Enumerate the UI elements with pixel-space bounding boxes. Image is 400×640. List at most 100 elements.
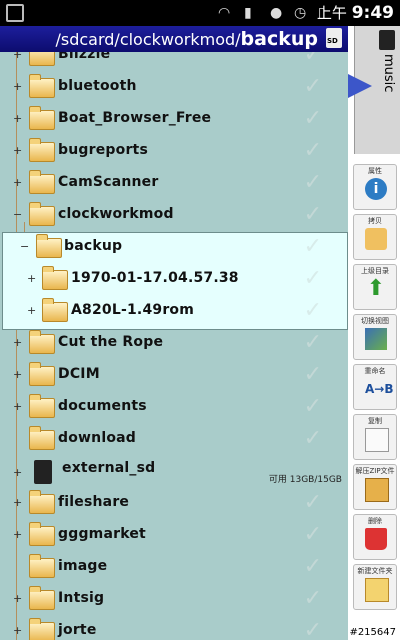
- collapse-icon[interactable]: −: [13, 209, 22, 220]
- arrow-right-icon[interactable]: [348, 74, 372, 98]
- list-item[interactable]: + jorte ✓: [0, 616, 348, 640]
- checkbox-icon[interactable]: ✓: [304, 330, 322, 355]
- checkbox-icon[interactable]: ✓: [304, 106, 322, 131]
- copy-button[interactable]: 拷贝: [353, 214, 397, 260]
- parent-folder-button[interactable]: 上级目录 ⬆: [353, 264, 397, 310]
- folder-name: download: [58, 430, 137, 446]
- clock-prefix: 上午: [316, 4, 347, 22]
- tool-label: 属性: [368, 167, 382, 175]
- tool-label: 切换视图: [361, 317, 389, 325]
- sdcard-icon: [379, 30, 395, 50]
- rename-button[interactable]: 重命名 A→B: [353, 364, 397, 410]
- list-item[interactable]: + gggmarket ✓: [0, 520, 348, 552]
- checkbox-icon[interactable]: ✓: [304, 52, 322, 67]
- checkbox-icon[interactable]: ✓: [304, 202, 322, 227]
- folder-name: Boat_Browser_Free: [58, 110, 212, 126]
- signal-icon: ▮: [244, 5, 252, 21]
- expand-icon[interactable]: +: [13, 113, 22, 124]
- list-item[interactable]: + Boat_Browser_Free ✓: [0, 104, 348, 136]
- folder-icon: [29, 554, 55, 578]
- paste-button[interactable]: 复制: [353, 414, 397, 460]
- checkbox-icon[interactable]: ✓: [304, 234, 322, 259]
- list-item[interactable]: + Intsig ✓: [0, 584, 348, 616]
- checkbox-icon[interactable]: ✓: [304, 522, 322, 547]
- list-item[interactable]: − clockworkmod ✓: [0, 200, 348, 232]
- checkbox-icon[interactable]: ✓: [304, 298, 322, 323]
- tool-label: 删除: [368, 517, 382, 525]
- expand-icon[interactable]: +: [13, 177, 22, 188]
- list-item[interactable]: + fileshare ✓: [0, 488, 348, 520]
- folder-icon: [36, 234, 62, 258]
- collapse-icon[interactable]: −: [20, 241, 29, 252]
- list-item[interactable]: + bluetooth ✓: [0, 72, 348, 104]
- checkbox-icon[interactable]: ✓: [304, 618, 322, 640]
- checkbox-icon[interactable]: ✓: [304, 586, 322, 611]
- folder-icon: [42, 266, 68, 290]
- list-item[interactable]: + Cut the Rope ✓: [0, 328, 348, 360]
- delete-button[interactable]: 删除: [353, 514, 397, 560]
- file-list[interactable]: + Bilzzie ✓ + bluetooth ✓ + Boat_Browser…: [0, 52, 348, 640]
- expand-icon[interactable]: [13, 562, 22, 571]
- list-item[interactable]: image ✓: [0, 552, 348, 584]
- folder-name: gggmarket: [58, 526, 146, 542]
- new-folder-button[interactable]: 新建文件夹: [353, 564, 397, 610]
- list-item[interactable]: + CamScanner ✓: [0, 168, 348, 200]
- expand-icon[interactable]: +: [13, 529, 22, 540]
- checkbox-icon[interactable]: ✓: [304, 170, 322, 195]
- checkbox-icon[interactable]: ✓: [304, 554, 322, 579]
- folder-name: external_sd: [62, 460, 156, 476]
- expand-icon[interactable]: +: [13, 401, 22, 412]
- folder-icon: [29, 138, 55, 162]
- expand-icon[interactable]: +: [13, 337, 22, 348]
- folder-icon: [29, 394, 55, 418]
- list-item[interactable]: + bugreports ✓: [0, 136, 348, 168]
- folder-name: A820L-1.49rom: [71, 302, 195, 318]
- checkbox-icon[interactable]: ✓: [304, 362, 322, 387]
- list-item[interactable]: + DCIM ✓: [0, 360, 348, 392]
- list-item[interactable]: download ✓: [0, 424, 348, 456]
- properties-button[interactable]: 属性 i: [353, 164, 397, 210]
- expand-icon[interactable]: +: [13, 81, 22, 92]
- folder-icon: [29, 74, 55, 98]
- path-bar: /sdcard/clockworkmod/backup: [0, 26, 348, 52]
- expand-icon[interactable]: +: [27, 273, 36, 284]
- storage-info: 可用 13GB/15GB: [268, 475, 342, 485]
- sdcard-icon: [34, 460, 52, 484]
- folder-name: Intsig: [58, 590, 105, 606]
- download-icon: [6, 4, 24, 22]
- checkbox-icon[interactable]: ✓: [304, 490, 322, 515]
- copy-icon: [365, 228, 387, 250]
- expand-icon[interactable]: +: [13, 497, 22, 508]
- expand-icon[interactable]: +: [13, 625, 22, 636]
- list-item-selected[interactable]: + A820L-1.49rom ✓: [0, 296, 348, 328]
- switch-view-button[interactable]: 切换视图: [353, 314, 397, 360]
- list-item-selected[interactable]: + 1970-01-17.04.57.38 ✓: [0, 264, 348, 296]
- list-item-selected[interactable]: − backup ✓: [0, 232, 348, 264]
- expand-icon[interactable]: +: [13, 145, 22, 156]
- list-item[interactable]: + Bilzzie ✓: [0, 52, 348, 72]
- list-item[interactable]: + external_sd 可用 13GB/15GB: [0, 456, 348, 492]
- checkbox-icon[interactable]: ✓: [304, 394, 322, 419]
- expand-icon[interactable]: +: [13, 52, 22, 60]
- folder-icon: [29, 522, 55, 546]
- folder-icon: [42, 298, 68, 322]
- expand-icon[interactable]: [13, 434, 22, 443]
- alarm-icon: ◷: [294, 5, 307, 21]
- folder-icon: [29, 426, 55, 450]
- unzip-button[interactable]: 解压ZIP文件: [353, 464, 397, 510]
- checkbox-icon[interactable]: ✓: [304, 266, 322, 291]
- expand-icon[interactable]: +: [13, 593, 22, 604]
- expand-icon[interactable]: +: [13, 467, 22, 478]
- folder-name: CamScanner: [58, 174, 159, 190]
- expand-icon[interactable]: +: [13, 369, 22, 380]
- checkbox-icon[interactable]: ✓: [304, 74, 322, 99]
- expand-icon[interactable]: +: [27, 305, 36, 316]
- tool-label: 解压ZIP文件: [355, 467, 395, 475]
- path-current-folder: backup: [240, 28, 318, 50]
- checkbox-icon[interactable]: ✓: [304, 138, 322, 163]
- rename-icon: A→B: [365, 382, 394, 396]
- folder-name: bugreports: [58, 142, 148, 158]
- checkbox-icon[interactable]: ✓: [304, 426, 322, 451]
- list-item[interactable]: + documents ✓: [0, 392, 348, 424]
- up-arrow-icon: ⬆: [366, 276, 386, 301]
